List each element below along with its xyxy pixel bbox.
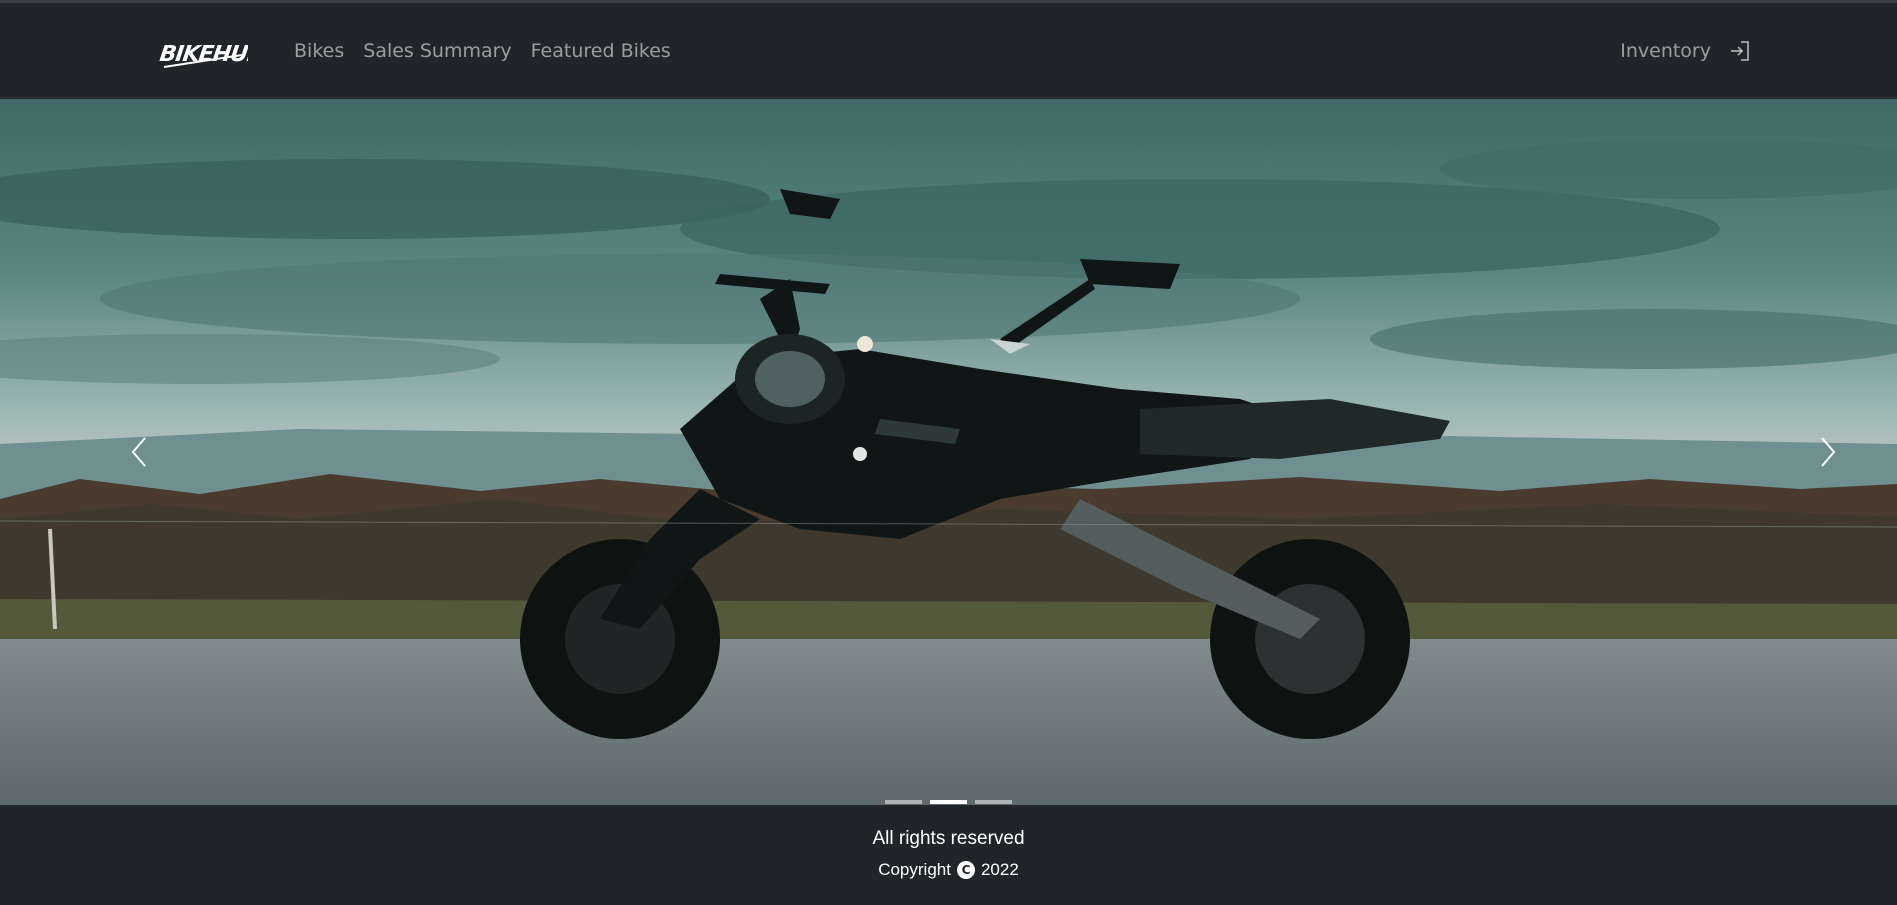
footer: All rights reserved Copyright C 2022 bbox=[0, 805, 1897, 905]
svg-text:BIKEHUB: BIKEHUB bbox=[158, 41, 248, 67]
chevron-right-icon bbox=[1821, 437, 1836, 467]
carousel-indicator-1[interactable] bbox=[885, 800, 922, 804]
carousel-indicator-3[interactable] bbox=[975, 800, 1012, 804]
navbar: BIKEHUB Bikes Sales Summary Featured Bik… bbox=[0, 3, 1897, 98]
hero-carousel bbox=[0, 99, 1897, 805]
nav-links: Bikes Sales Summary Featured Bikes bbox=[294, 3, 671, 98]
footer-copyright: Copyright C 2022 bbox=[0, 860, 1897, 880]
login-icon[interactable] bbox=[1728, 39, 1752, 63]
footer-rights-text: All rights reserved bbox=[872, 828, 1025, 849]
chevron-left-icon bbox=[131, 437, 146, 467]
copyright-icon: C bbox=[956, 861, 975, 879]
copyright-label: Copyright bbox=[878, 860, 951, 879]
nav-link-sales-summary[interactable]: Sales Summary bbox=[363, 40, 511, 62]
nav-link-featured-bikes[interactable]: Featured Bikes bbox=[531, 40, 671, 62]
carousel-prev-button[interactable] bbox=[70, 99, 210, 805]
nav-link-bikes[interactable]: Bikes bbox=[294, 40, 344, 62]
slide-image-motorcycle bbox=[0, 99, 1897, 805]
carousel-next-button[interactable] bbox=[1757, 99, 1897, 805]
nav-link-inventory[interactable]: Inventory bbox=[1620, 40, 1711, 62]
carousel-indicator-2[interactable] bbox=[930, 800, 967, 804]
nav-right: Inventory bbox=[1620, 3, 1752, 98]
brand-logo[interactable]: BIKEHUB bbox=[158, 25, 248, 75]
copyright-year: 2022 bbox=[980, 860, 1019, 879]
